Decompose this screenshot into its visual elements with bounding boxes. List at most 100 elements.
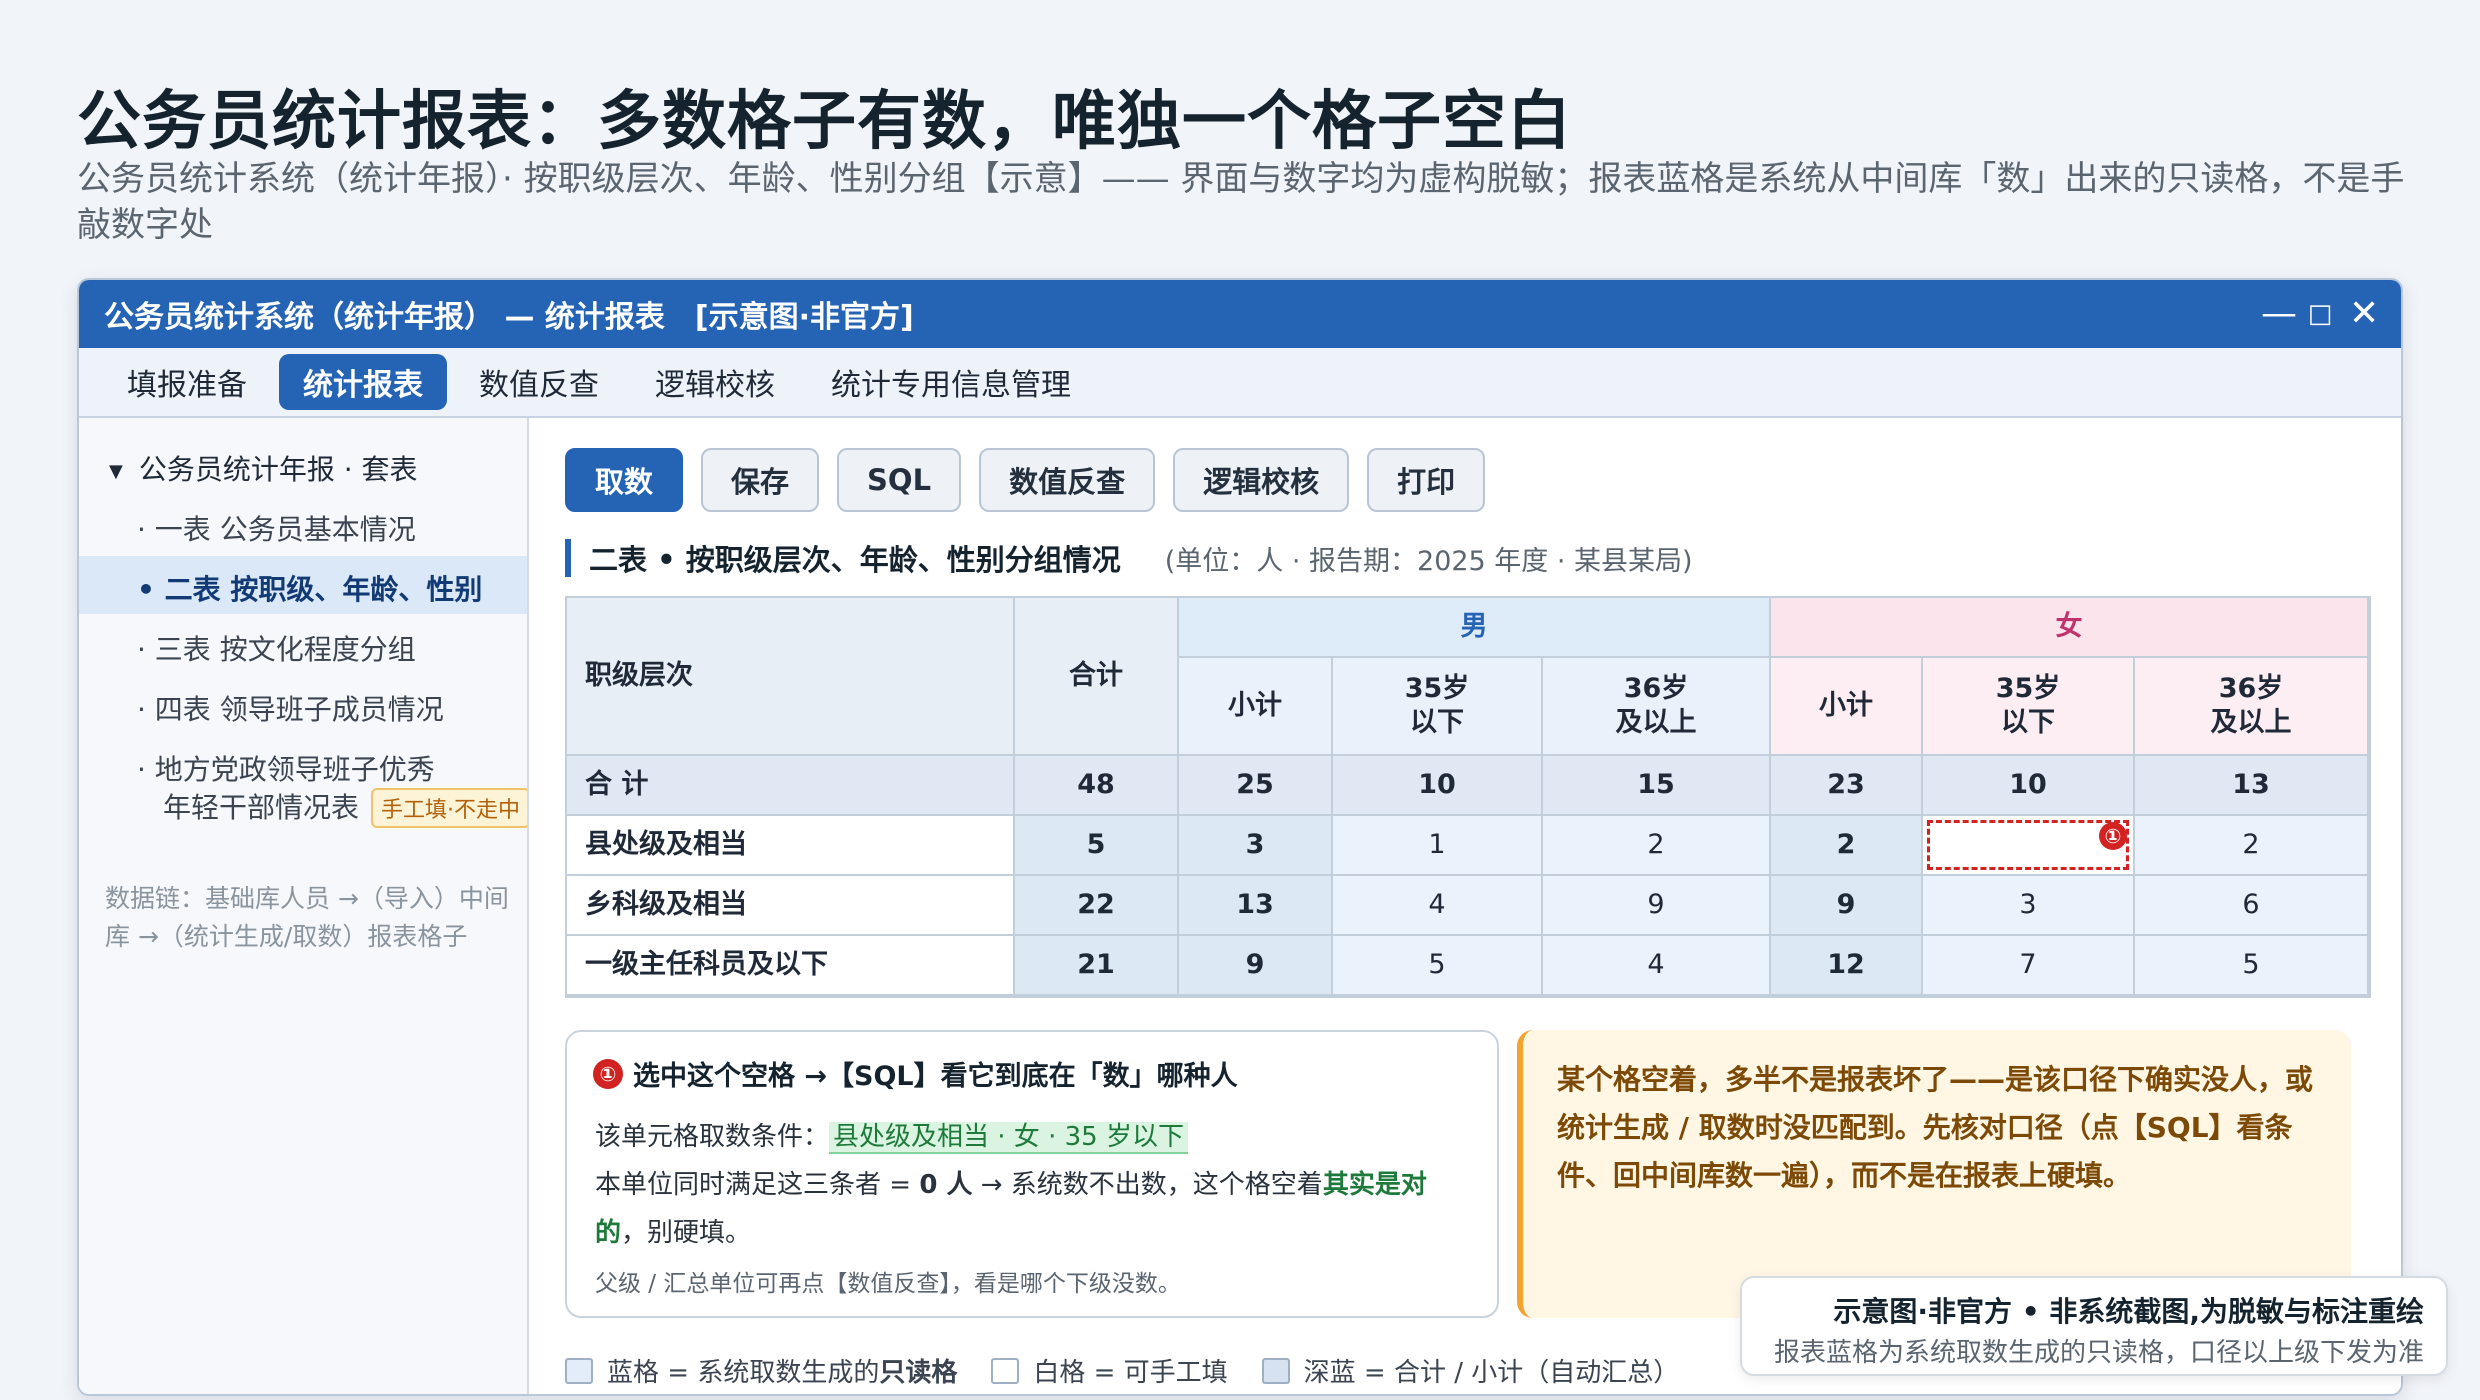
hint-line3-a: 的 — [595, 1218, 622, 1248]
table-cell-r0-m_u35[interactable]: 10 — [1333, 756, 1543, 816]
window-title-tag: [示意图·非官方] — [694, 300, 914, 335]
window-title: 公务员统计系统（统计年报） — 统计报表 [示意图·非官方] — [104, 292, 914, 336]
legend-white-label: 白格 = 可手工填 — [1033, 1358, 1228, 1388]
table-cell-r1-m_o36[interactable]: 2 — [1543, 816, 1771, 876]
row-label-1: 县处级及相当 — [567, 816, 1015, 876]
print-button[interactable]: 打印 — [1367, 448, 1486, 512]
report-title: 二表 • 按职级层次、年龄、性别分组情况 — [589, 543, 1121, 577]
logic-check-button[interactable]: 逻辑校核 — [1173, 448, 1350, 512]
table-cell-r2-m_u35[interactable]: 4 — [1333, 876, 1543, 936]
sidebar-item-table3[interactable]: · 三表 按文化程度分组 — [137, 628, 416, 668]
menu-fill-prep[interactable]: 填报准备 — [103, 354, 271, 410]
table-cell-r2-total[interactable]: 22 — [1015, 876, 1179, 936]
page-subtitle: 公务员统计系统（统计年报）· 按职级层次、年龄、性别分组【示意】—— 界面与数字… — [77, 159, 2405, 245]
sql-button[interactable]: SQL — [837, 448, 962, 512]
row-label-0: 合 计 — [567, 756, 1015, 816]
hint-card-left: ① 选中这个空格 →【SQL】看它到底在「数」哪种人 该单元格取数条件： 县处级及… — [565, 1030, 1499, 1318]
sidebar-item-table4[interactable]: · 四表 领导班子成员情况 — [137, 688, 444, 728]
menu-value-lookup[interactable]: 数值反查 — [455, 354, 623, 410]
menu-bar: 填报准备 统计报表 数值反查 逻辑校核 统计专用信息管理 — [79, 348, 2401, 418]
hint-line2-c: → 系统数不出数，这个格空着 — [972, 1170, 1323, 1200]
table-cell-r2-f_sub[interactable]: 9 — [1771, 876, 1923, 936]
tree-root-label: 公务员统计年报 · 套表 — [138, 453, 418, 486]
close-icon[interactable]: ✕ — [2349, 292, 2379, 336]
table-cell-r3-m_u35[interactable]: 5 — [1333, 936, 1543, 996]
header-total: 合计 — [1015, 598, 1179, 756]
legend: 蓝格 = 系统取数生成的 只读格 白格 = 可手工填 深蓝 = 合计 / 小计（… — [565, 1352, 1679, 1389]
legend-swatch-blue — [565, 1357, 593, 1384]
legend-deep: 深蓝 = 合计 / 小计（自动汇总） — [1261, 1352, 1679, 1389]
sidebar-item-table5-label: 年轻干部情况表 — [163, 791, 360, 824]
hint-line2-d: 其实是对 — [1322, 1170, 1427, 1200]
table-cell-r0-m_sub[interactable]: 25 — [1179, 756, 1333, 816]
window-controls: — □ ✕ — [2261, 292, 2379, 336]
table-cell-r0-m_o36[interactable]: 15 — [1543, 756, 1771, 816]
table-cell-r3-m_sub[interactable]: 9 — [1179, 936, 1333, 996]
table-cell-r1-total[interactable]: 5 — [1015, 816, 1179, 876]
hint-line2-a: 本单位同时满足这三条者 = — [595, 1170, 920, 1200]
header-rank: 职级层次 — [567, 598, 1015, 756]
menu-logic-check[interactable]: 逻辑校核 — [631, 354, 799, 410]
table-cell-r2-m_sub[interactable]: 13 — [1179, 876, 1333, 936]
sidebar-item-table1[interactable]: · 一表 公务员基本情况 — [137, 508, 416, 548]
page-title: 公务员统计报表：多数格子有数，唯独一个格子空白 — [77, 85, 1572, 159]
header-female-subtotal: 小计 — [1771, 658, 1923, 756]
marker-1-icon: ① — [2099, 822, 2127, 850]
sidebar-item-table5-cont[interactable]: 年轻干部情况表 手工填·不走中 — [163, 786, 527, 828]
tree-root[interactable]: ▼ 公务员统计年报 · 套表 — [109, 448, 418, 488]
header-male-subtotal: 小计 — [1179, 658, 1333, 756]
caret-down-icon[interactable]: ▼ — [109, 461, 123, 482]
legend-blue: 蓝格 = 系统取数生成的 只读格 — [565, 1352, 957, 1389]
app-window: 公务员统计系统（统计年报） — 统计报表 [示意图·非官方] — □ ✕ 填报准备… — [77, 278, 2403, 1396]
report-accent-bar — [565, 539, 571, 577]
legend-white: 白格 = 可手工填 — [991, 1352, 1228, 1389]
legend-swatch-white — [991, 1357, 1020, 1384]
header-female-under35: 35岁 以下 — [1923, 658, 2135, 756]
title-bar: 公务员统计系统（统计年报） — 统计报表 [示意图·非官方] — □ ✕ — [79, 280, 2401, 348]
disclaimer-stamp: 示意图·非官方 • 非系统截图,为脱敏与标注重绘 报表蓝格为系统取数生成的只读格… — [1740, 1276, 2448, 1376]
marker-1-icon: ① — [593, 1058, 623, 1089]
table-cell-r3-f_sub[interactable]: 12 — [1771, 936, 1923, 996]
table-cell-r1-m_sub[interactable]: 3 — [1179, 816, 1333, 876]
manual-fill-badge: 手工填·不走中 — [371, 788, 527, 828]
table-cell-r1-f_sub[interactable]: 2 — [1771, 816, 1923, 876]
hint-line3-b: ，别硬填。 — [621, 1218, 752, 1248]
table-cell-r1-f_o36[interactable]: 2 — [2135, 816, 2369, 876]
table-cell-r3-f_o36[interactable]: 5 — [2135, 936, 2369, 996]
menu-stat-info-mgmt[interactable]: 统计专用信息管理 — [807, 354, 1095, 410]
hint-line3: 的，别硬填。 — [595, 1212, 751, 1249]
table-cell-r0-f_sub[interactable]: 23 — [1771, 756, 1923, 816]
maximize-icon[interactable]: □ — [2305, 292, 2335, 336]
fetch-data-button[interactable]: 取数 — [565, 448, 684, 512]
hint-card-right: 某个格空着，多半不是报表坏了——是该口径下确实没人，或统计生成 / 取数时没匹配… — [1517, 1030, 2351, 1318]
hint-condition-value: 县处级及相当 · 女 · 35 岁以下 — [829, 1122, 1188, 1154]
sidebar-item-table5[interactable]: · 地方党政领导班子优秀 — [137, 748, 435, 788]
table-cell-r0-f_u35[interactable]: 10 — [1923, 756, 2135, 816]
empty-cell-highlight[interactable] — [1927, 820, 2129, 870]
menu-stat-report[interactable]: 统计报表 — [279, 354, 447, 410]
hint-title-text: 选中这个空格 →【SQL】看它到底在「数」哪种人 — [633, 1061, 1238, 1092]
hint-title: ① 选中这个空格 →【SQL】看它到底在「数」哪种人 — [593, 1054, 1238, 1093]
table-cell-r0-f_o36[interactable]: 13 — [2135, 756, 2369, 816]
header-male-over36: 36岁 及以上 — [1543, 658, 1771, 756]
hint-line2: 本单位同时满足这三条者 = 0 人 → 系统数不出数，这个格空着其实是对 — [595, 1164, 1427, 1201]
table-cell-r3-total[interactable]: 21 — [1015, 936, 1179, 996]
header-female-over36: 36岁 及以上 — [2135, 658, 2369, 756]
table-cell-r0-total[interactable]: 48 — [1015, 756, 1179, 816]
value-lookup-button[interactable]: 数值反查 — [979, 448, 1156, 512]
table-cell-r2-f_u35[interactable]: 3 — [1923, 876, 2135, 936]
table-cell-r1-m_u35[interactable]: 1 — [1333, 816, 1543, 876]
save-button[interactable]: 保存 — [701, 448, 820, 512]
table-cell-r2-m_o36[interactable]: 9 — [1543, 876, 1771, 936]
table-cell-r2-f_o36[interactable]: 6 — [2135, 876, 2369, 936]
table-cell-r3-f_u35[interactable]: 7 — [1923, 936, 2135, 996]
table-cell-r3-m_o36[interactable]: 4 — [1543, 936, 1771, 996]
hint-small-note: 父级 / 汇总单位可再点【数值反查】，看是哪个下级没数。 — [595, 1271, 1181, 1297]
minimize-icon[interactable]: — — [2261, 292, 2297, 336]
sidebar-item-table2[interactable]: • 二表 按职级、年龄、性别 — [137, 568, 482, 608]
hint-zero-count: 0 人 — [919, 1170, 973, 1200]
main-panel: 取数 保存 SQL 数值反查 逻辑校核 打印 二表 • 按职级层次、年龄、性别分… — [529, 418, 2401, 1394]
hint-right-text: 某个格空着，多半不是报表坏了——是该口径下确实没人，或统计生成 / 取数时没匹配… — [1557, 1063, 2314, 1192]
toolbar: 取数 保存 SQL 数值反查 逻辑校核 打印 — [565, 448, 1486, 512]
sidebar: ▼ 公务员统计年报 · 套表 · 一表 公务员基本情况 • 二表 按职级、年龄、性… — [79, 418, 529, 1394]
